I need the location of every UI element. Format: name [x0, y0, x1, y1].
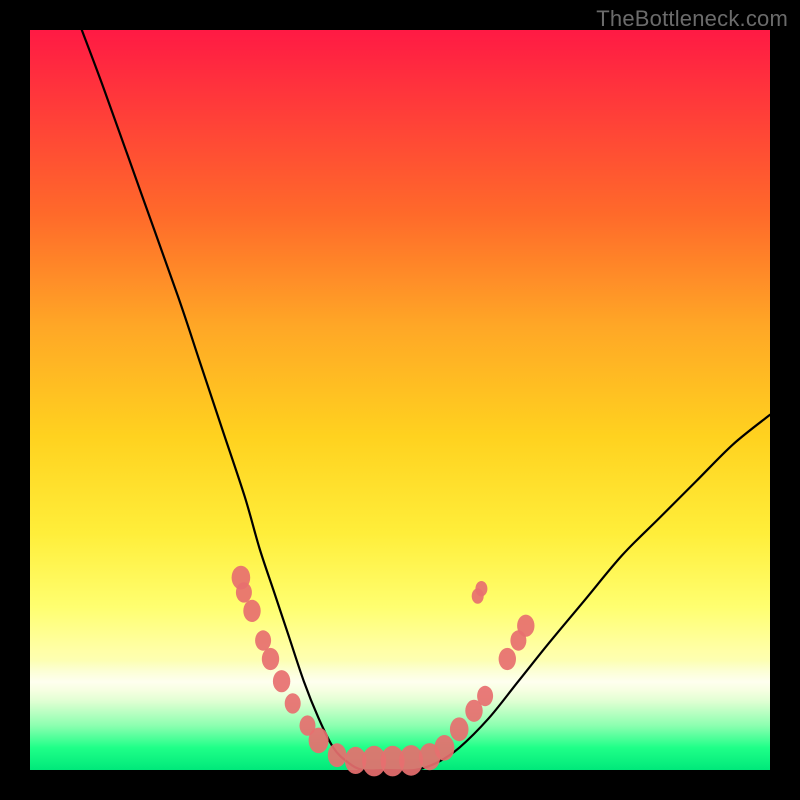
curve-marker: [285, 693, 301, 713]
curve-marker: [450, 717, 469, 741]
curve-layer: [30, 30, 770, 770]
bottleneck-curve: [82, 30, 770, 771]
curve-marker: [255, 630, 271, 650]
curve-markers: [232, 566, 535, 777]
curve-marker: [328, 743, 347, 767]
curve-marker: [236, 582, 252, 602]
curve-marker: [517, 615, 534, 637]
curve-marker: [262, 648, 279, 670]
curve-marker: [243, 600, 260, 622]
watermark-text: TheBottleneck.com: [596, 6, 788, 32]
chart-frame: TheBottleneck.com: [0, 0, 800, 800]
curve-marker: [309, 728, 329, 754]
curve-marker: [477, 686, 493, 706]
curve-marker: [499, 648, 516, 670]
curve-marker: [434, 735, 454, 761]
curve-marker: [475, 581, 487, 596]
curve-marker: [273, 670, 290, 692]
